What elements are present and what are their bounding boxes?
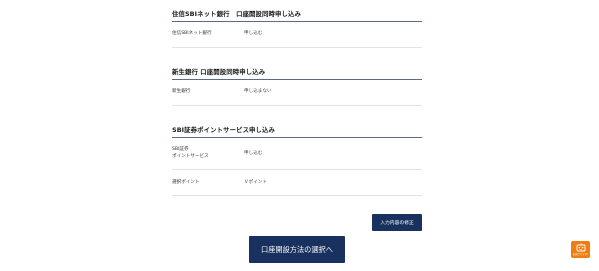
row-value-shinsei-bank: 申し込まない <box>244 89 272 94</box>
row-label-line: ポイントサービス <box>172 154 209 159</box>
section-divider <box>172 21 422 22</box>
section-title-shinsei-bank: 新生銀行 口座開設同時申し込み <box>172 68 266 76</box>
row-value-selected-point: Ｖポイント <box>244 180 267 185</box>
section-divider <box>172 137 422 138</box>
chat-robot-icon <box>576 243 585 252</box>
row-label-sbi-bank: 住信SBIネット銀行 <box>172 31 212 36</box>
row-divider <box>172 195 422 196</box>
row-divider <box>172 169 422 170</box>
row-divider <box>172 47 422 48</box>
section-divider <box>172 79 422 80</box>
row-value-point-service: 申し込む <box>244 151 263 156</box>
row-label-shinsei-bank: 新生銀行 <box>172 89 191 94</box>
help-chat-button[interactable]: お困りですか? <box>571 241 590 258</box>
row-label-line: SBI証券 <box>172 147 189 152</box>
row-divider <box>172 105 422 106</box>
section-title-sbi-point: SBI証券ポイントサービス申し込み <box>172 126 276 134</box>
section-title-sbi-bank: 住信SBIネット銀行 口座開設同時申し込み <box>172 10 301 18</box>
row-label-selected-point: 選択ポイント <box>172 180 200 185</box>
edit-input-button[interactable]: 入力内容の修正 <box>372 214 422 231</box>
row-value-sbi-bank: 申し込む <box>244 31 263 36</box>
row-label-point-service: SBI証券 ポイントサービス <box>172 146 209 160</box>
next-account-method-button[interactable]: 口座開設方法の選択へ <box>249 236 345 263</box>
help-chat-label: お困りですか? <box>572 252 589 256</box>
